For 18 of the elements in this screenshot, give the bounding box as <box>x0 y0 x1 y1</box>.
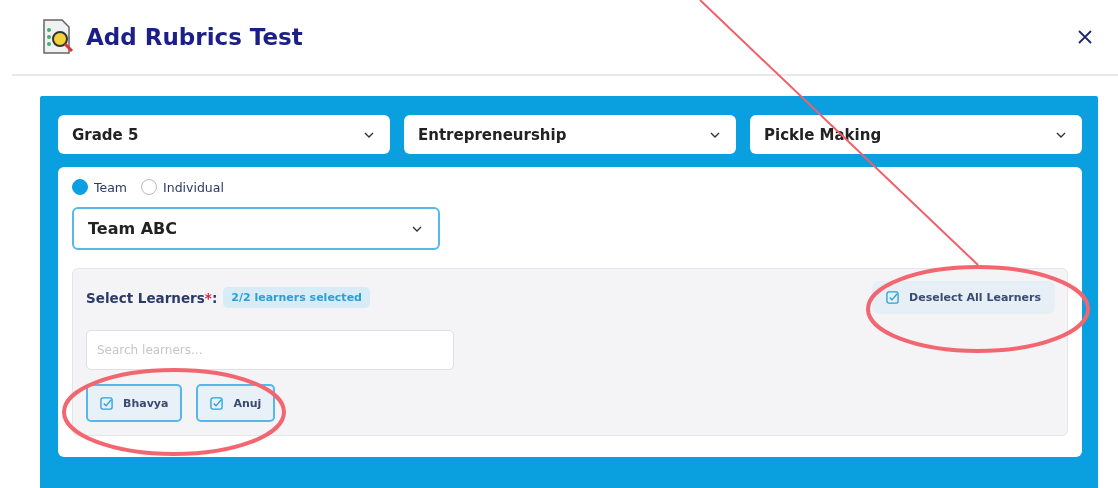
selected-count-badge: 2/2 learners selected <box>223 287 370 308</box>
chevron-down-icon <box>710 131 720 138</box>
search-field[interactable]: Search learners... <box>86 330 454 370</box>
close-icon[interactable] <box>1078 30 1092 44</box>
filter-dropdown[interactable]: Entrepreneurship <box>404 115 736 154</box>
team-dropdown[interactable]: Team ABC <box>72 207 440 250</box>
learner-chip[interactable]: Anuj <box>196 384 276 422</box>
deselect-all-button[interactable]: Deselect All Learners <box>872 281 1055 314</box>
checkbox-icon <box>886 291 900 304</box>
learner-chip[interactable]: Bhavya <box>86 384 183 422</box>
mode-radio[interactable]: Team <box>72 179 128 195</box>
learners-label: Select Learners*: <box>86 289 218 306</box>
mode-radio[interactable]: Individual <box>141 179 224 195</box>
filter-dropdown[interactable]: Grade 5 <box>58 115 390 154</box>
dialog-title: Add Rubrics Test <box>86 24 304 50</box>
chevron-down-icon <box>1056 131 1066 138</box>
chevron-down-icon <box>364 131 374 138</box>
chevron-down-icon <box>412 225 422 232</box>
